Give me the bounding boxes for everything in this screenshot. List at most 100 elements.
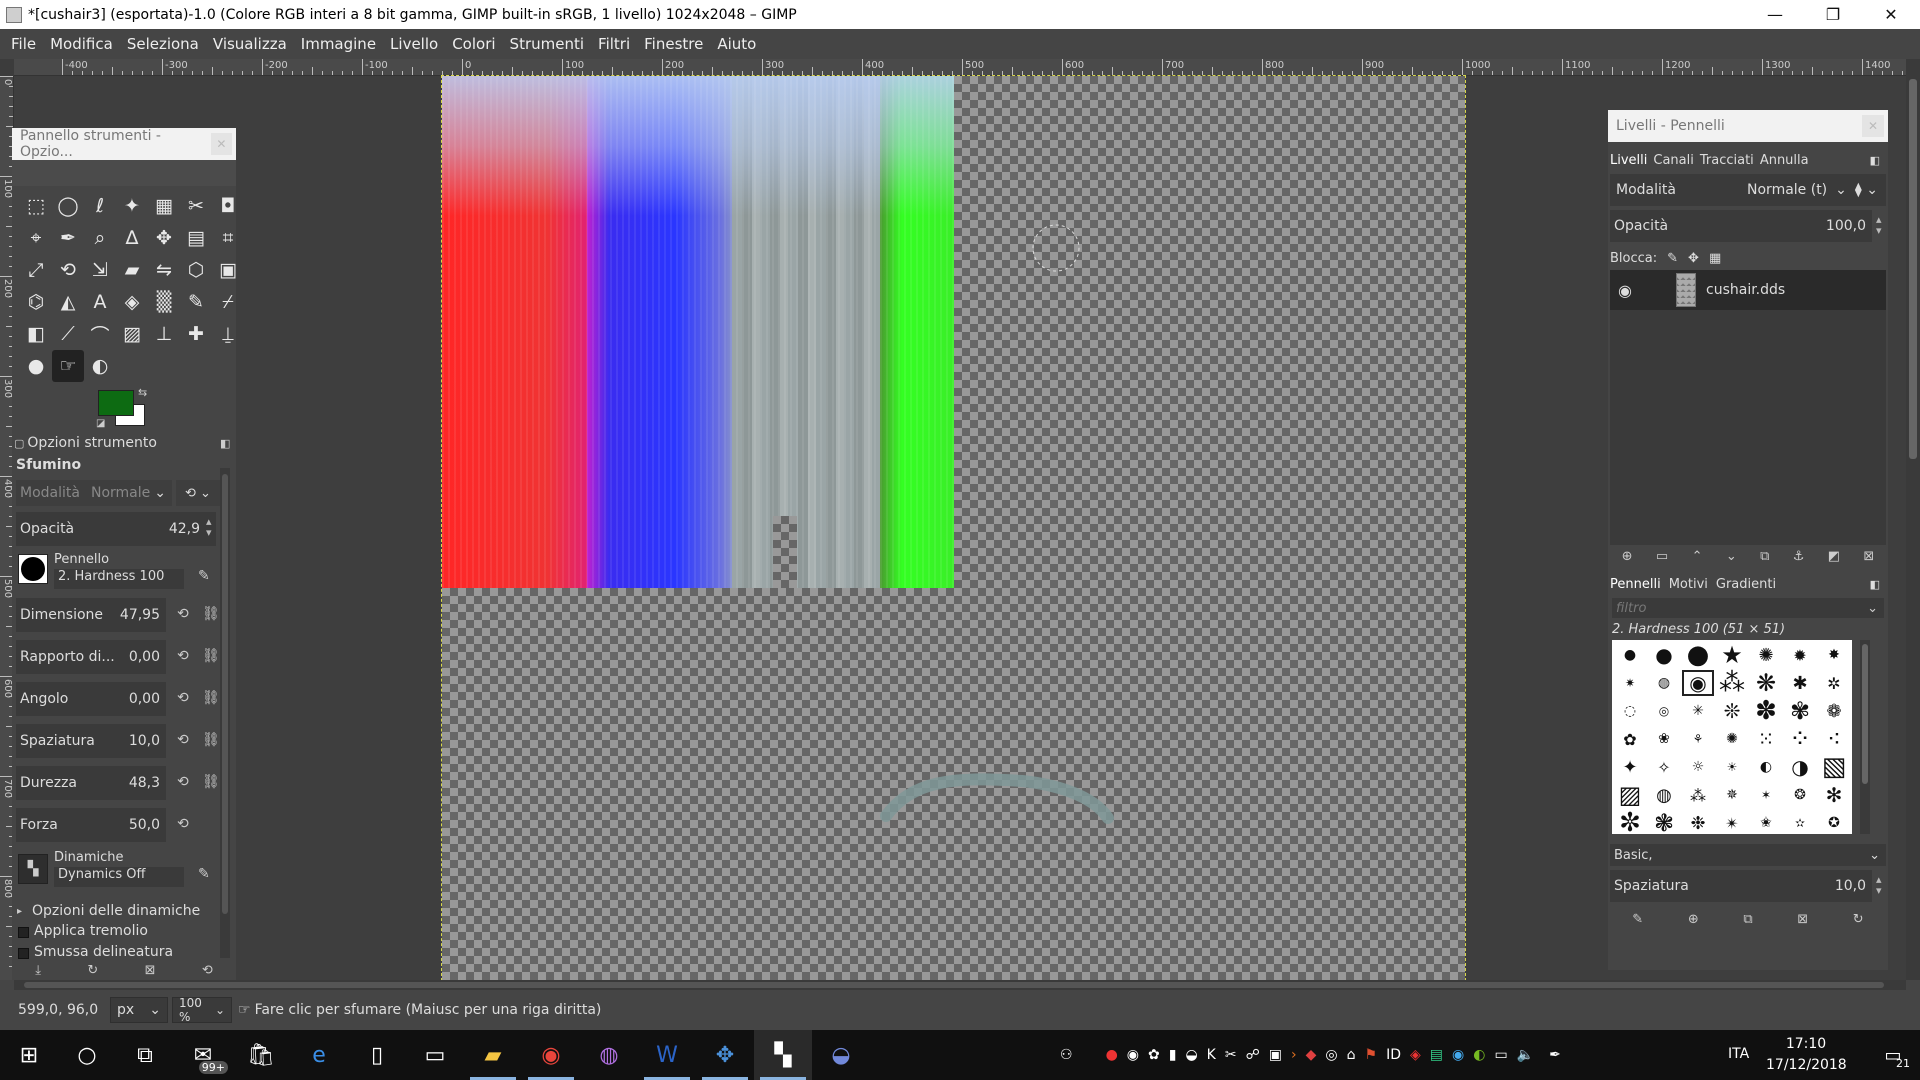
layer-opacity-row[interactable]: Opacità 100,0	[1610, 210, 1872, 242]
reset-options-icon[interactable]: ⟲	[202, 963, 213, 978]
menu-colori[interactable]: Colori	[445, 35, 502, 53]
brush-preset-icon[interactable]: ◌	[1614, 698, 1646, 724]
brush-preset-icon[interactable]: ✺	[1716, 726, 1748, 752]
delete-layer-icon[interactable]: ⊠	[1863, 549, 1874, 564]
rect-select-tool-icon[interactable]: ⬚	[20, 190, 52, 222]
ruler-corner[interactable]	[0, 59, 14, 76]
lower-layer-icon[interactable]: ⌄	[1726, 549, 1737, 564]
start-button-icon[interactable]: ⊞	[0, 1030, 58, 1080]
force-row[interactable]: Forza 50,0	[16, 808, 166, 842]
dynamics-edit-icon[interactable]: ✎	[198, 866, 210, 882]
brush-preset-icon[interactable]: ⚘	[1682, 726, 1714, 752]
brush-preset-icon[interactable]: ⁙	[1750, 726, 1782, 752]
visual-studio-icon[interactable]: ✥	[696, 1030, 754, 1080]
foreground-color-swatch[interactable]	[98, 390, 134, 416]
apply-jitter-checkbox[interactable]	[18, 927, 29, 938]
layer-visibility-eye-icon[interactable]: ◉	[1610, 281, 1640, 300]
menu-immagine[interactable]: Immagine	[294, 35, 383, 53]
brushes-tab-menu-icon[interactable]: ◧	[1870, 578, 1880, 591]
angle-value[interactable]: 0,00	[129, 691, 166, 707]
brush-preset-icon[interactable]: ✵	[1716, 782, 1748, 808]
brush-preset-icon[interactable]: ✻	[1818, 782, 1850, 808]
spacing-value[interactable]: 10,0	[129, 733, 166, 749]
notepad-icon[interactable]: ▯	[348, 1030, 406, 1080]
new-brush-icon[interactable]: ⊕	[1688, 912, 1699, 927]
clock[interactable]: 17:10 17/12/2018	[1766, 1034, 1847, 1076]
brush-preset-icon[interactable]: ◉	[1682, 670, 1714, 696]
scissors-tool-icon[interactable]: ✂	[180, 190, 212, 222]
gradient-tool-icon[interactable]: ▒	[148, 286, 180, 318]
vertical-scrollbar[interactable]	[1906, 59, 1920, 980]
delete-options-icon[interactable]: ⊠	[145, 963, 156, 978]
save-options-icon[interactable]: ⤓	[35, 963, 41, 978]
tray-nvidia-icon[interactable]: ◐	[1473, 1047, 1485, 1063]
tray-k-icon[interactable]: K	[1207, 1047, 1216, 1063]
brush-preset-icon[interactable]: ✷	[1614, 670, 1646, 696]
edit-brush-icon[interactable]: ✎	[1632, 912, 1643, 927]
brush-preset-icon[interactable]: ✽	[1750, 696, 1782, 726]
menu-visualizza[interactable]: Visualizza	[206, 35, 294, 53]
hardness-reset-icon[interactable]: ⟲	[177, 774, 189, 790]
angle-row[interactable]: Angolo 0,00	[16, 682, 166, 716]
menu-file[interactable]: File	[4, 35, 43, 53]
lock-alpha-icon[interactable]: ▦	[1709, 251, 1721, 266]
size-reset-icon[interactable]: ⟲	[177, 606, 189, 622]
tray-record-icon[interactable]: ●	[1106, 1047, 1118, 1063]
unified-transform-tool-icon[interactable]: ⤢	[20, 254, 52, 286]
lock-position-icon[interactable]: ✥	[1688, 251, 1699, 266]
refresh-brushes-icon[interactable]: ↻	[1853, 912, 1864, 927]
smudge-tool-icon[interactable]: ☞	[52, 350, 84, 382]
horizontal-ruler[interactable]: -400 -300 -200 -100 0 100 200 300 400 500 600 700 80…	[14, 59, 1906, 76]
opacity-row[interactable]: Opacità 42,9	[16, 512, 216, 546]
brush-preset-icon[interactable]: ❂	[1784, 782, 1816, 808]
align-tool-icon[interactable]: ▤	[180, 222, 212, 254]
brush-grid-scrollbar[interactable]	[1860, 640, 1870, 834]
text-tool-icon[interactable]: A	[84, 286, 116, 318]
toolbox-close-icon[interactable]: ✕	[210, 133, 232, 155]
tab-annulla[interactable]: Annulla	[1760, 153, 1809, 168]
zoom-tool-icon[interactable]: ⌕	[84, 222, 116, 254]
brush-grid-scroll-thumb[interactable]	[1862, 644, 1868, 784]
language-indicator[interactable]: ITA	[1728, 1046, 1749, 1062]
brush-preset-icon[interactable]: ★	[1716, 641, 1748, 669]
lock-pixels-icon[interactable]: ✎	[1667, 251, 1678, 266]
paths-tool-icon[interactable]: ⌖	[20, 222, 52, 254]
brush-preset-icon[interactable]: ✱	[1784, 670, 1816, 696]
store-icon[interactable]: 🛍	[232, 1030, 290, 1080]
brush-preset-icon[interactable]: ◑	[1784, 754, 1816, 780]
brush-spacing-row[interactable]: Spaziatura 10,0	[1610, 870, 1872, 902]
tray-epic-icon[interactable]: ▮	[1169, 1047, 1177, 1063]
brush-filter-chevron-icon[interactable]: ⌄	[1867, 601, 1884, 616]
size-row[interactable]: Dimensione 47,95	[16, 598, 166, 632]
menu-finestre[interactable]: Finestre	[637, 35, 710, 53]
word-icon[interactable]: W	[638, 1030, 696, 1080]
menu-aiuto[interactable]: Aiuto	[710, 35, 763, 53]
rotate-tool-icon[interactable]: ⟲	[52, 254, 84, 286]
gimp-taskbar-icon[interactable]: ▚	[754, 1030, 812, 1080]
mail-icon[interactable]: ✉ 99+	[174, 1030, 232, 1080]
airbrush-tool-icon[interactable]: ⟋	[52, 318, 84, 350]
layers-close-icon[interactable]: ✕	[1862, 115, 1884, 137]
measure-tool-icon[interactable]: ∆	[116, 222, 148, 254]
brush-tag-chevron-icon[interactable]: ⌄	[1869, 848, 1886, 863]
handle-transform-tool-icon[interactable]: ◭	[52, 286, 84, 318]
zoom-select[interactable]: 100 % ⌄	[172, 996, 232, 1024]
tab-motivi[interactable]: Motivi	[1669, 577, 1708, 592]
brush-preset-icon[interactable]: ✦	[1614, 754, 1646, 780]
tab-canali[interactable]: Canali	[1653, 153, 1693, 168]
flip-tool-icon[interactable]: ⇋	[148, 254, 180, 286]
brush-preset-icon[interactable]: ✬	[1750, 810, 1782, 834]
cage-tool-icon[interactable]: ▣	[212, 254, 244, 286]
shear-tool-icon[interactable]: ▰	[116, 254, 148, 286]
pencil-tool-icon[interactable]: ✎	[180, 286, 212, 318]
layer-name[interactable]: cushair.dds	[1706, 282, 1785, 298]
brush-preset-icon[interactable]: ❉	[1682, 810, 1714, 834]
scale-tool-icon[interactable]: ⇲	[84, 254, 116, 286]
brush-preset-icon[interactable]: ▧	[1818, 752, 1850, 782]
brush-preset-icon[interactable]: ✫	[1784, 810, 1816, 834]
brush-preset-icon[interactable]: ✺	[1750, 642, 1782, 668]
layer-row[interactable]: ◉ cushair.dds	[1610, 270, 1886, 310]
tab-livelli[interactable]: Livelli	[1610, 153, 1647, 168]
heal-tool-icon[interactable]: ✚	[180, 318, 212, 350]
layer-mode-select[interactable]: Normale (t)	[1747, 182, 1827, 198]
